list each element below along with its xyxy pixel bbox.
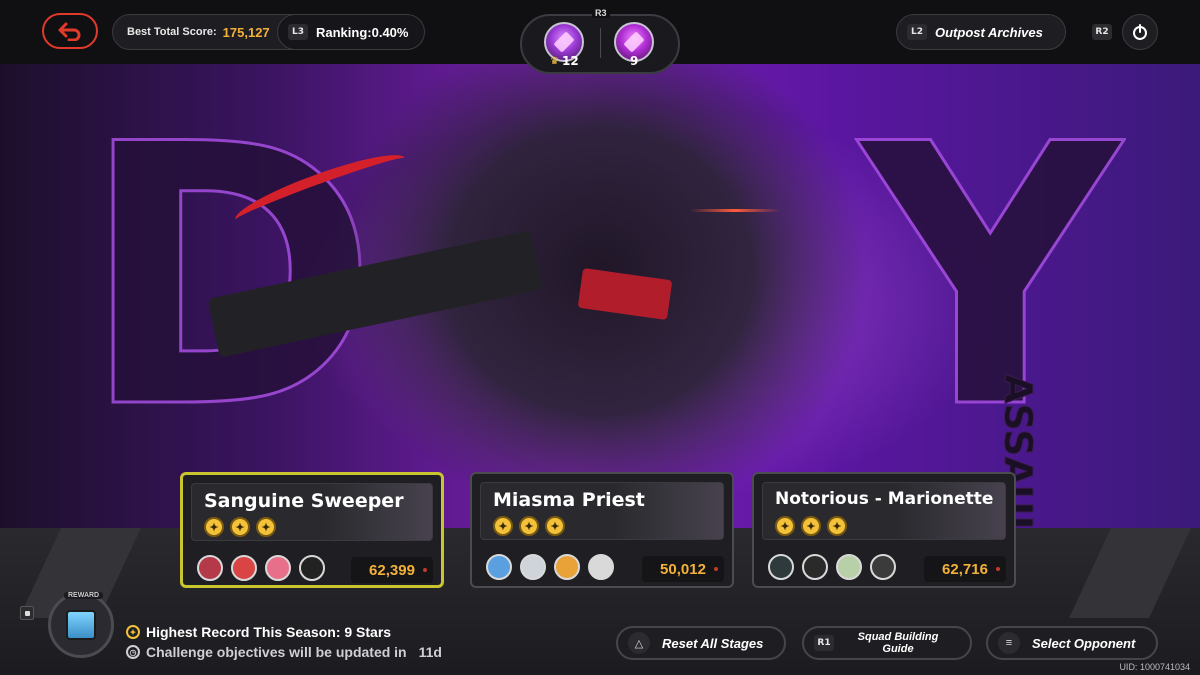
- squad-building-guide-button[interactable]: R1 Squad Building Guide: [802, 626, 972, 660]
- avatar: [520, 554, 546, 580]
- reward-button[interactable]: [48, 592, 114, 658]
- reward-label: REWARD: [64, 592, 104, 599]
- best-score-pill: Best Total Score: 175,127 L3 Ranking:0.4…: [112, 14, 425, 50]
- stage-card-miasma-priest[interactable]: Miasma Priest ✦ ✦ ✦ 50,012: [470, 472, 734, 588]
- avatar: [554, 554, 580, 580]
- l3-key: L3: [288, 24, 308, 40]
- badge-right-count: 9: [630, 54, 639, 68]
- squad-avatars: [197, 555, 325, 581]
- clock-icon: ◷: [126, 645, 140, 659]
- stage-stars: ✦ ✦ ✦: [775, 516, 847, 536]
- avatar: [486, 554, 512, 580]
- stage-card-notorious-marionette[interactable]: Notorious - Marionette ✦ ✦ ✦ 62,716: [752, 472, 1016, 588]
- stage-name: Notorious - Marionette: [775, 489, 994, 509]
- back-button[interactable]: [42, 13, 98, 49]
- stage-card-header: Miasma Priest ✦ ✦ ✦: [480, 482, 724, 540]
- badge-divider: [600, 28, 601, 58]
- stage-name: Miasma Priest: [493, 489, 645, 511]
- stage-card-header: Notorious - Marionette ✦ ✦ ✦: [762, 482, 1006, 540]
- uid-text: UID: 1000741034: [1119, 662, 1190, 672]
- small-key-icon: [20, 606, 34, 620]
- stage-stars: ✦ ✦ ✦: [493, 516, 565, 536]
- stage-score: 50,012: [660, 560, 706, 578]
- medal-badges[interactable]: R3 ♛ 12 9: [520, 8, 680, 74]
- season-record: ✦ Highest Record This Season: 9 Stars: [126, 624, 391, 640]
- select-opponent-button[interactable]: ≡ Select Opponent: [986, 626, 1158, 660]
- ranking-button[interactable]: L3 Ranking:0.40%: [277, 14, 425, 50]
- update-notice: ◷ Challenge objectives will be updated i…: [126, 644, 442, 660]
- avatar: [870, 554, 896, 580]
- power-icon: [1133, 24, 1147, 40]
- badge-left-count: 12: [562, 54, 579, 68]
- avatar: [836, 554, 862, 580]
- back-arrow-icon: [58, 22, 81, 41]
- squad-avatars: [486, 554, 614, 580]
- star-coin-icon: ✦: [493, 516, 513, 536]
- r1-key: R1: [814, 635, 834, 651]
- hero-title-right: Y: [859, 68, 1123, 487]
- star-coin-icon: ✦: [827, 516, 847, 536]
- stage-score: 62,716: [942, 560, 988, 578]
- boss-eye-glow: [690, 209, 780, 212]
- select-label: Select Opponent: [1032, 635, 1136, 651]
- update-text: Challenge objectives will be updated in: [146, 644, 407, 660]
- stage-score: 62,399: [369, 561, 415, 579]
- crown-icon: ♛: [550, 56, 559, 67]
- stage-stars: ✦ ✦ ✦: [204, 517, 276, 537]
- avatar: [197, 555, 223, 581]
- star-coin-icon: ✦: [230, 517, 250, 537]
- floor-stripe: [1069, 528, 1191, 618]
- stage-name: Sanguine Sweeper: [204, 490, 404, 512]
- star-coin-icon: ✦: [204, 517, 224, 537]
- star-coin-icon: ✦: [126, 625, 140, 639]
- ranking-text: Ranking:0.40%: [316, 24, 409, 40]
- avatar: [802, 554, 828, 580]
- squad-label: Squad Building Guide: [857, 631, 939, 655]
- reset-all-stages-button[interactable]: △ Reset All Stages: [616, 626, 786, 660]
- star-coin-icon: ✦: [801, 516, 821, 536]
- star-coin-icon: ✦: [519, 516, 539, 536]
- hero-banner: D Y ASSAULT: [0, 64, 1200, 534]
- avatar: [299, 555, 325, 581]
- outpost-archives-label: Outpost Archives: [935, 24, 1043, 40]
- star-coin-icon: ✦: [775, 516, 795, 536]
- score-dot: [423, 568, 427, 572]
- l2-key: L2: [907, 24, 927, 40]
- stage-score-box: 50,012: [642, 556, 724, 582]
- star-coin-icon: ✦: [256, 517, 276, 537]
- power-button[interactable]: [1122, 14, 1158, 50]
- best-score-label: Best Total Score:: [127, 26, 217, 38]
- star-coin-icon: ✦: [545, 516, 565, 536]
- score-dot: [714, 567, 718, 571]
- avatar: [588, 554, 614, 580]
- menu-icon: ≡: [998, 632, 1020, 654]
- season-record-text: Highest Record This Season: 9 Stars: [146, 624, 392, 640]
- stage-score-box: 62,716: [924, 556, 1006, 582]
- outpost-archives-button[interactable]: L2 Outpost Archives: [896, 14, 1066, 50]
- update-days: 11d: [418, 644, 442, 660]
- triangle-icon: △: [628, 632, 650, 654]
- score-dot: [996, 567, 1000, 571]
- stage-card-header: Sanguine Sweeper ✦ ✦ ✦: [191, 483, 433, 541]
- stage-card-sanguine-sweeper[interactable]: Sanguine Sweeper ✦ ✦ ✦ 62,399: [180, 472, 444, 588]
- avatar: [231, 555, 257, 581]
- reward-icon: [66, 610, 96, 640]
- reset-label: Reset All Stages: [662, 635, 764, 651]
- best-score-value: 175,127: [222, 24, 270, 40]
- squad-avatars: [768, 554, 896, 580]
- avatar: [768, 554, 794, 580]
- stage-score-box: 62,399: [351, 557, 433, 583]
- r3-key: R3: [592, 8, 610, 18]
- avatar: [265, 555, 291, 581]
- r2-key: R2: [1092, 24, 1112, 40]
